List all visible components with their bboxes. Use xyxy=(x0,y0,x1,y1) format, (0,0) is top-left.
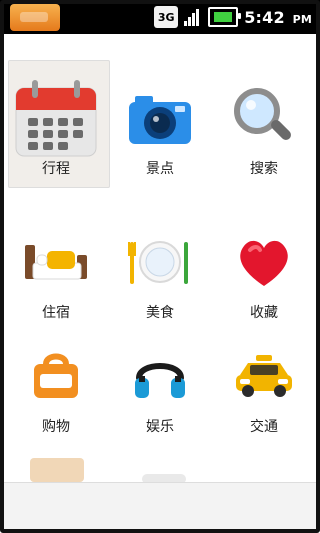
taxi-icon xyxy=(212,338,316,414)
bottom-bar xyxy=(4,482,316,530)
battery-icon xyxy=(208,7,242,27)
status-time: 5:42 PM xyxy=(244,7,312,27)
menu-item-label: 搜索 xyxy=(250,161,278,177)
network-3g-icon: 3G xyxy=(154,6,179,28)
headphones-icon xyxy=(108,338,212,414)
heart-icon xyxy=(212,224,316,300)
menu-item-food[interactable]: 美食 xyxy=(108,178,212,321)
magnifier-icon xyxy=(212,80,316,156)
menu-item-label: 行程 xyxy=(42,161,70,177)
status-bar: 3G 5:42 PM xyxy=(0,0,320,34)
menu-item-favorites[interactable]: 收藏 xyxy=(212,178,316,321)
menu-item-search[interactable]: 搜索 xyxy=(212,34,316,177)
bed-icon xyxy=(4,224,108,300)
menu-item-label: 景点 xyxy=(146,161,174,177)
menu-item-itinerary[interactable]: 行程 xyxy=(4,34,110,188)
home-grid: 行程 景点 搜索 住宿 美食 收藏 购物 娱乐 交通 xyxy=(4,34,316,482)
signal-icon xyxy=(184,8,202,26)
app-icon xyxy=(10,4,60,31)
camera-icon xyxy=(108,80,212,156)
calendar-icon xyxy=(4,80,108,157)
menu-item-label: 交通 xyxy=(250,419,278,435)
plate-icon xyxy=(108,224,212,300)
menu-item-entertainment[interactable]: 娱乐 xyxy=(108,292,212,435)
menu-item-label: 购物 xyxy=(42,419,70,435)
menu-item-label: 娱乐 xyxy=(146,419,174,435)
menu-item-lodging[interactable]: 住宿 xyxy=(4,178,108,321)
menu-item-transport[interactable]: 交通 xyxy=(212,292,316,435)
menu-item-attractions[interactable]: 景点 xyxy=(108,34,212,177)
bag-icon xyxy=(4,338,108,414)
partial-row-hint xyxy=(30,458,84,482)
partial-row-hint xyxy=(142,474,186,482)
menu-item-shopping[interactable]: 购物 xyxy=(4,292,108,435)
status-icons: 3G 5:42 PM xyxy=(154,6,312,28)
